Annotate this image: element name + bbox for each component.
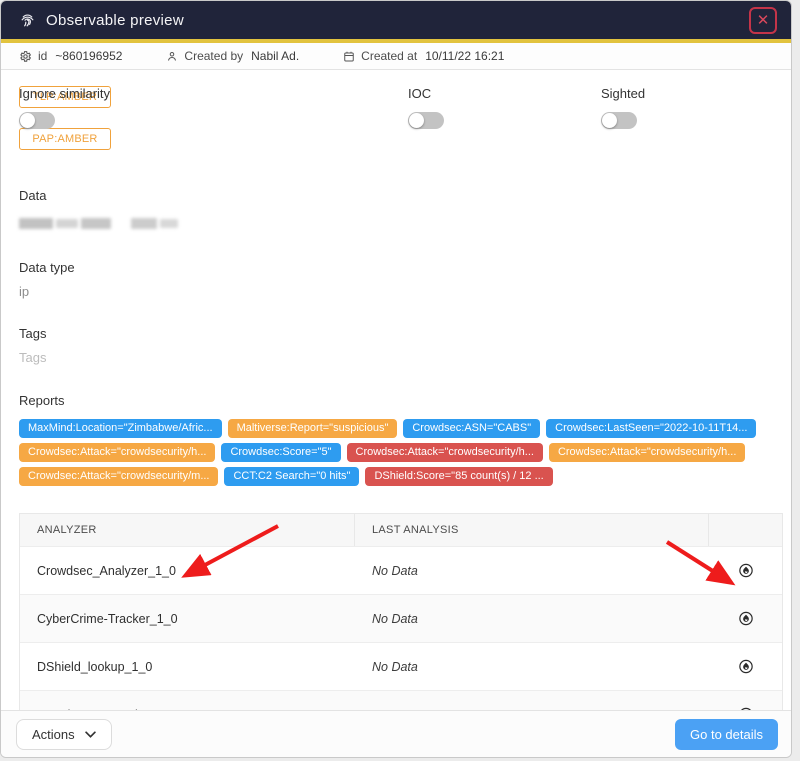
analyzer-name: Crowdsec_Analyzer_1_0 [20,564,355,578]
analyzer-name: GoogleDNS_resolve_1_0_0 [20,708,355,711]
ignore-similarity-label: Ignore similarity [19,86,110,101]
flags-zone: TLP:AMBER PAP:AMBER IOC Sighted Ignore s… [19,86,773,166]
meta-created-by: Created by Nabil Ad. [166,49,299,63]
analyzer-table-rows: Crowdsec_Analyzer_1_0 No Data CyberCrime… [20,546,782,710]
last-analysis-value: No Data [355,660,709,674]
analyzer-row: Crowdsec_Analyzer_1_0 No Data [20,546,782,594]
data-type-value: ip [19,284,773,299]
gear-icon [19,50,32,63]
report-chip[interactable]: Crowdsec:Attack="crowdsecurity/h... [549,443,745,462]
sighted-label: Sighted [601,86,645,101]
sighted-toggle[interactable] [601,112,637,129]
pap-badge[interactable]: PAP:AMBER [19,128,111,150]
created-at-value: 10/11/22 16:21 [425,49,504,63]
analyzer-row: GoogleDNS_resolve_1_0_0 No Data [20,690,782,710]
ioc-toggle[interactable] [408,112,444,129]
last-analysis-value: No Data [355,612,709,626]
observable-preview-modal: Observable preview ✕ id ~860196952 Creat… [0,0,792,758]
column-actions [709,514,782,546]
id-value: ~860196952 [55,49,122,63]
tlp-pap-badges: TLP:AMBER PAP:AMBER [19,86,773,150]
modal-body: TLP:AMBER PAP:AMBER IOC Sighted Ignore s… [1,70,791,710]
modal-title: Observable preview [46,12,184,29]
run-analyzer-icon[interactable] [736,656,756,677]
analyzer-row: CyberCrime-Tracker_1_0 No Data [20,594,782,642]
analyzer-table-header: ANALYZER LAST ANALYSIS [20,514,782,546]
report-chip[interactable]: Crowdsec:Score="5" [221,443,340,462]
modal-header: Observable preview ✕ [1,1,791,39]
report-chip[interactable]: MaxMind:Location="Zimbabwe/Afric... [19,419,222,438]
report-chip[interactable]: Crowdsec:Attack="crowdsecurity/h... [347,443,543,462]
close-icon[interactable]: ✕ [749,7,777,34]
analyzer-name: DShield_lookup_1_0 [20,660,355,674]
ioc-label: IOC [408,86,444,101]
fingerprint-icon [19,12,36,29]
report-chip[interactable]: Crowdsec:LastSeen="2022-10-11T14... [546,419,756,438]
go-to-details-button[interactable]: Go to details [675,719,778,750]
report-chip[interactable]: Crowdsec:ASN="CABS" [403,419,540,438]
created-by-value: Nabil Ad. [251,49,299,63]
id-label: id [38,49,47,63]
data-label: Data [19,188,773,203]
run-analyzer-icon[interactable] [736,608,756,629]
calendar-icon [343,50,355,63]
modal-footer: Actions Go to details [1,710,791,757]
analyzer-table: ANALYZER LAST ANALYSIS Crowdsec_Analyzer… [19,513,783,710]
actions-button[interactable]: Actions [16,719,112,750]
report-chip[interactable]: Crowdsec:Attack="crowdsecurity/m... [19,467,218,486]
ignore-similarity-toggle[interactable] [19,112,55,129]
meta-created-at: Created at 10/11/22 16:21 [343,49,504,63]
column-analyzer: ANALYZER [20,514,355,546]
chevron-down-icon [85,731,96,738]
data-value-redacted [19,217,773,230]
meta-bar: id ~860196952 Created by Nabil Ad. Creat… [1,43,791,70]
run-analyzer-icon[interactable] [736,704,756,710]
created-at-label: Created at [361,49,417,63]
ioc-toggle-group: IOC [408,86,444,129]
run-analyzer-icon[interactable] [736,560,756,581]
column-last-analysis: LAST ANALYSIS [355,514,709,546]
reports-label: Reports [19,393,773,408]
data-type-label: Data type [19,260,773,275]
report-chip[interactable]: DShield:Score="85 count(s) / 12 ... [365,467,552,486]
last-analysis-value: No Data [355,708,709,711]
analyzer-row: DShield_lookup_1_0 No Data [20,642,782,690]
person-icon [166,50,178,63]
actions-button-label: Actions [32,727,75,742]
report-chips: MaxMind:Location="Zimbabwe/Afric... Malt… [19,419,763,486]
sighted-toggle-group: Sighted [601,86,645,129]
analyzer-name: CyberCrime-Tracker_1_0 [20,612,355,626]
created-by-label: Created by [184,49,243,63]
tags-input[interactable]: Tags [19,350,773,365]
last-analysis-value: No Data [355,564,709,578]
meta-id: id ~860196952 [19,49,122,63]
tags-label: Tags [19,326,773,341]
report-chip[interactable]: CCT:C2 Search="0 hits" [224,467,359,486]
report-chip[interactable]: Crowdsec:Attack="crowdsecurity/h... [19,443,215,462]
ignore-similarity-toggle-group: Ignore similarity [19,86,110,129]
report-chip[interactable]: Maltiverse:Report="suspicious" [228,419,398,438]
